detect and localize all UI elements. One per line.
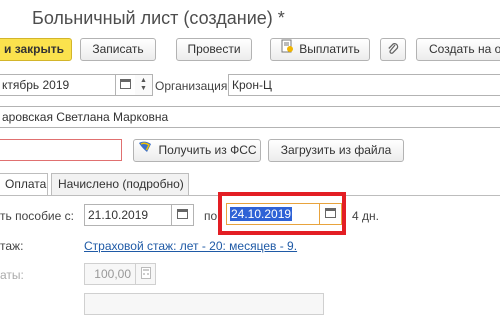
tab-payment[interactable]: Оплата: [0, 173, 48, 196]
insurance-record-link[interactable]: Страховой стаж: лет - 20: месяцев - 9.: [84, 239, 297, 253]
get-from-fss-button[interactable]: Получить из ФСС: [133, 139, 261, 162]
attach-button[interactable]: [380, 38, 406, 61]
bottom-field: [84, 293, 324, 315]
highlight-box: [218, 192, 346, 235]
load-from-file-label: Загрузить из файла: [280, 143, 392, 157]
create-based-on-button[interactable]: Создать на о: [416, 38, 500, 61]
document-pay-icon: [280, 39, 294, 60]
month-field[interactable]: ктябрь 2019: [0, 74, 116, 96]
organization-label: Организация:: [155, 79, 231, 93]
pay-button[interactable]: Выплатить: [270, 38, 370, 61]
get-from-fss-label: Получить из ФСС: [158, 143, 257, 157]
payment-percent-field: 100,00: [84, 263, 136, 285]
window-title: Больничный лист (создание) *: [32, 8, 285, 28]
calculator-icon: [140, 266, 151, 282]
date-from-calendar-button[interactable]: [172, 204, 194, 226]
employee-field[interactable]: аровская Светлана Марковна: [0, 106, 500, 128]
create-based-on-label: Создать на о: [429, 42, 500, 56]
organization-field[interactable]: Крон-Ц: [228, 74, 500, 96]
month-calendar-button[interactable]: [116, 74, 136, 96]
sick-leave-number-field[interactable]: [0, 139, 122, 161]
tab-accrued-detailed[interactable]: Начислено (подробно): [51, 173, 189, 195]
save-label: Записать: [92, 42, 144, 56]
spin-up-icon: ▲: [140, 77, 147, 84]
post-label: Провести: [187, 42, 241, 56]
spin-down-icon: ▼: [140, 85, 147, 92]
calendar-icon: [177, 208, 188, 222]
post-button[interactable]: Провести: [176, 38, 252, 61]
pay-label: Выплатить: [299, 42, 360, 56]
load-from-file-button[interactable]: Загрузить из файла: [268, 139, 404, 162]
calendar-icon: [120, 78, 131, 92]
payment-percent-label: аты:: [0, 268, 24, 282]
month-spin-button[interactable]: ▲ ▼: [135, 74, 153, 96]
post-and-close-button[interactable]: и закрыть: [0, 38, 72, 61]
to-label: по: [204, 209, 218, 223]
tab-accrued-detailed-label: Начислено (подробно): [58, 177, 184, 191]
fss-logo-icon: [137, 140, 153, 161]
calculator-button: [136, 263, 156, 285]
benefit-from-label: ть пособие с:: [0, 209, 74, 223]
tab-payment-label: Оплата: [5, 177, 47, 191]
paperclip-icon: [387, 42, 399, 60]
save-button[interactable]: Записать: [80, 38, 156, 61]
post-and-close-label: и закрыть: [3, 42, 65, 56]
days-label: 4 дн.: [352, 209, 379, 223]
insurance-label: таж:: [0, 239, 24, 253]
date-from-field[interactable]: 21.10.2019: [84, 204, 172, 226]
